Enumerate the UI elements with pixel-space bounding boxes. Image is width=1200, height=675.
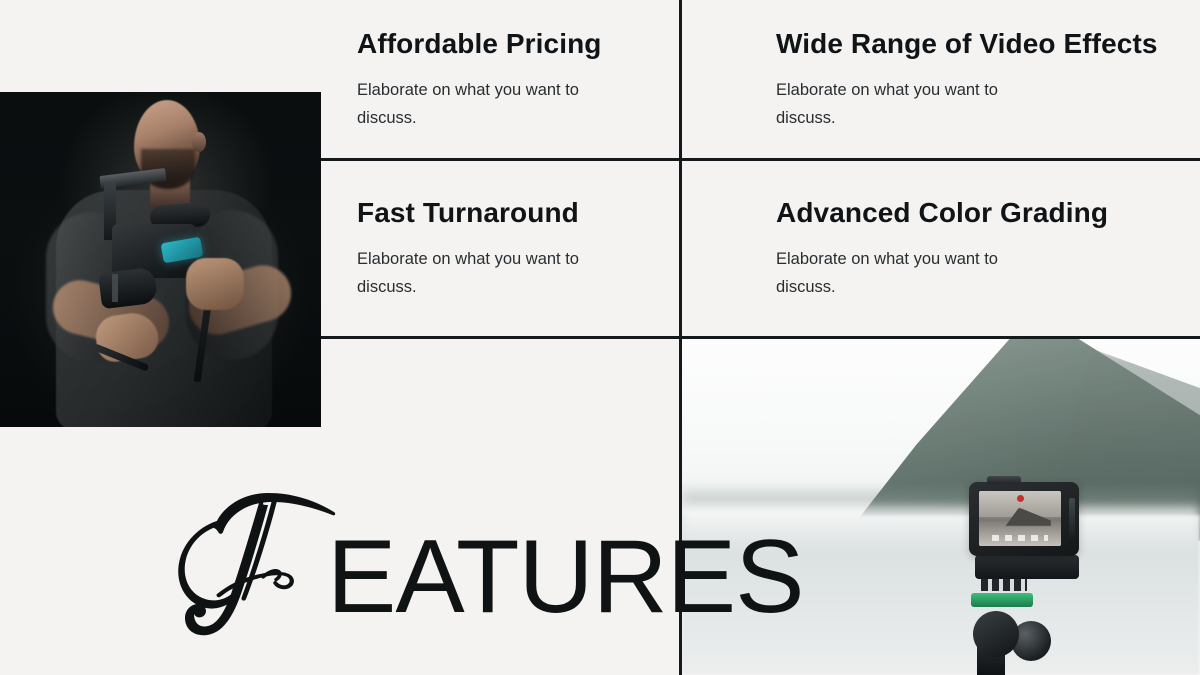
feature-title: Advanced Color Grading <box>776 197 1109 228</box>
camera-lens-ring <box>112 274 118 302</box>
feature-body: Elaborate on what you want to discuss. <box>357 250 579 297</box>
feature-cell-fast-turnaround[interactable]: Fast Turnaround Elaborate on what you wa… <box>357 197 637 301</box>
action-camera <box>969 476 1079 556</box>
camera-mount <box>975 555 1079 579</box>
page-title-text: EATURES <box>327 519 804 635</box>
subject-hand-right <box>186 258 244 310</box>
feature-slide: Affordable Pricing Elaborate on what you… <box>0 0 1200 675</box>
videographer-photo <box>0 92 321 427</box>
feature-cell-advanced-color-grading[interactable]: Advanced Color Grading Elaborate on what… <box>776 197 1108 301</box>
feature-title: Wide Range of Video Effects <box>776 28 1158 59</box>
camera-side-panel <box>1069 498 1075 538</box>
page-title: EATURES <box>176 487 804 639</box>
feature-body: Elaborate on what you want to discuss. <box>776 250 998 297</box>
feature-body: Elaborate on what you want to discuss. <box>776 81 998 128</box>
feature-cell-wide-range-of-video-effects[interactable]: Wide Range of Video Effects Elaborate on… <box>776 28 1158 132</box>
screen-status-bar <box>992 535 1048 542</box>
feature-body: Elaborate on what you want to discuss. <box>357 81 579 128</box>
mount-fins <box>981 577 1027 591</box>
camera-screen <box>979 491 1061 546</box>
divider-horizontal-bottom <box>321 336 1200 339</box>
feature-title: Fast Turnaround <box>357 197 579 228</box>
camera-shutter-button <box>987 476 1021 484</box>
feature-title: Affordable Pricing <box>357 28 602 59</box>
tripod-ball-head <box>973 611 1019 657</box>
bubble-level <box>971 593 1033 607</box>
feature-cell-affordable-pricing[interactable]: Affordable Pricing Elaborate on what you… <box>357 28 637 132</box>
script-letter-f-icon <box>178 493 336 636</box>
divider-horizontal-top <box>321 158 1200 161</box>
